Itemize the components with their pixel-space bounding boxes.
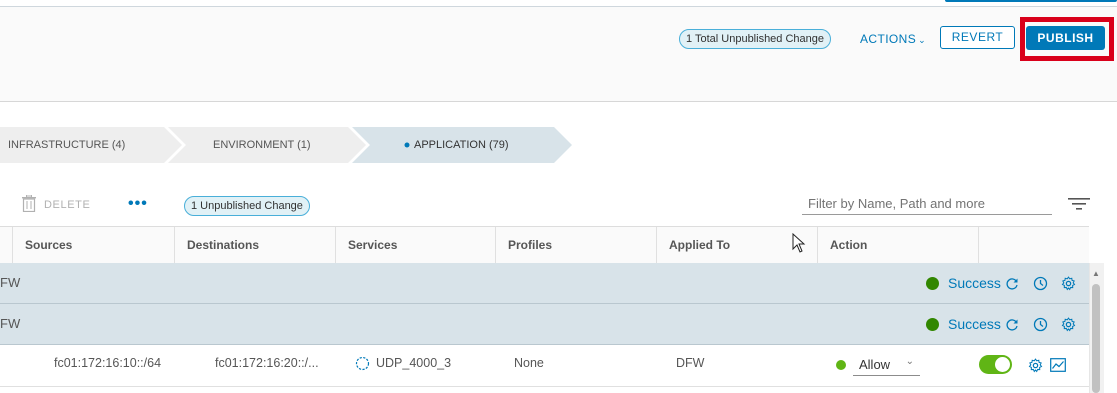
chart-icon[interactable] <box>1050 358 1066 372</box>
breadcrumb-item-application[interactable]: APPLICATION (79) <box>370 127 560 163</box>
page-header <box>0 7 1117 102</box>
filter-input[interactable] <box>802 193 1052 215</box>
column-header-destinations[interactable]: Destinations <box>174 227 335 263</box>
status-text: Success <box>948 316 1001 332</box>
gear-icon[interactable] <box>1028 358 1043 373</box>
unpublished-change-badge: 1 Unpublished Change <box>184 196 310 216</box>
total-unpublished-badge: 1 Total Unpublished Change <box>679 29 832 49</box>
mouse-cursor-icon <box>792 233 806 253</box>
crumb-label: ENVIRONMENT (1) <box>213 139 311 151</box>
gear-icon[interactable] <box>1061 276 1076 291</box>
top-accent-bar <box>945 0 1117 2</box>
history-icon[interactable] <box>1033 317 1048 332</box>
column-header-services[interactable]: Services <box>335 227 495 263</box>
allow-status-dot <box>836 360 846 370</box>
rule-profile[interactable]: None <box>514 356 544 370</box>
delete-button[interactable]: DELETE <box>44 199 90 211</box>
service-icon <box>355 356 370 371</box>
crumb-label: INFRASTRUCTURE (4) <box>8 139 126 151</box>
policy-name: FW <box>0 275 21 290</box>
status-text: Success <box>948 275 1001 291</box>
rule-service[interactable]: UDP_4000_3 <box>376 356 451 370</box>
table-row[interactable]: fc01:172:16:10::/64 fc01:172:16:20::/...… <box>0 346 1089 387</box>
rule-enabled-toggle[interactable] <box>979 355 1012 374</box>
gear-icon[interactable] <box>1061 317 1076 332</box>
rule-source[interactable]: fc01:172:16:10::/64 <box>54 356 161 370</box>
scroll-up-arrow-icon[interactable]: ▲ <box>1092 269 1100 278</box>
policy-name: FW <box>0 316 21 331</box>
column-header-sources[interactable]: Sources <box>12 227 174 263</box>
publish-highlight-box <box>1020 17 1114 61</box>
column-header-profiles[interactable]: Profiles <box>495 227 656 263</box>
breadcrumb-item-environment[interactable]: ENVIRONMENT (1) <box>186 127 356 163</box>
revert-button[interactable]: REVERT <box>940 26 1015 49</box>
crumb-label: APPLICATION (79) <box>414 139 509 151</box>
refresh-icon[interactable] <box>1005 277 1019 291</box>
more-actions-button[interactable]: ••• <box>128 195 148 213</box>
chevron-down-icon: ⌄ <box>905 356 914 367</box>
refresh-icon[interactable] <box>1005 318 1019 332</box>
scrollbar-thumb[interactable] <box>1092 284 1100 393</box>
action-select[interactable]: Allow ⌄ <box>853 354 920 376</box>
chevron-down-icon: ⌄ <box>918 35 927 45</box>
status-success-dot <box>926 318 939 331</box>
rule-destination[interactable]: fc01:172:16:20::/... <box>215 356 319 370</box>
filter-icon[interactable] <box>1068 197 1090 211</box>
history-icon[interactable] <box>1033 276 1048 291</box>
toggle-knob <box>995 357 1010 372</box>
action-value: Allow <box>859 357 891 372</box>
actions-menu[interactable]: ACTIONS ⌄ <box>860 32 926 46</box>
status-success-dot <box>926 277 939 290</box>
trash-icon <box>22 195 36 212</box>
table-header: Sources Destinations Services Profiles A… <box>0 226 1089 264</box>
rule-applied-to[interactable]: DFW <box>676 356 704 370</box>
breadcrumb-item-infrastructure[interactable]: INFRASTRUCTURE (4) <box>0 127 180 163</box>
column-header-action[interactable]: Action <box>817 227 978 263</box>
actions-label: ACTIONS <box>860 32 917 46</box>
column-header-blank <box>978 227 1089 263</box>
